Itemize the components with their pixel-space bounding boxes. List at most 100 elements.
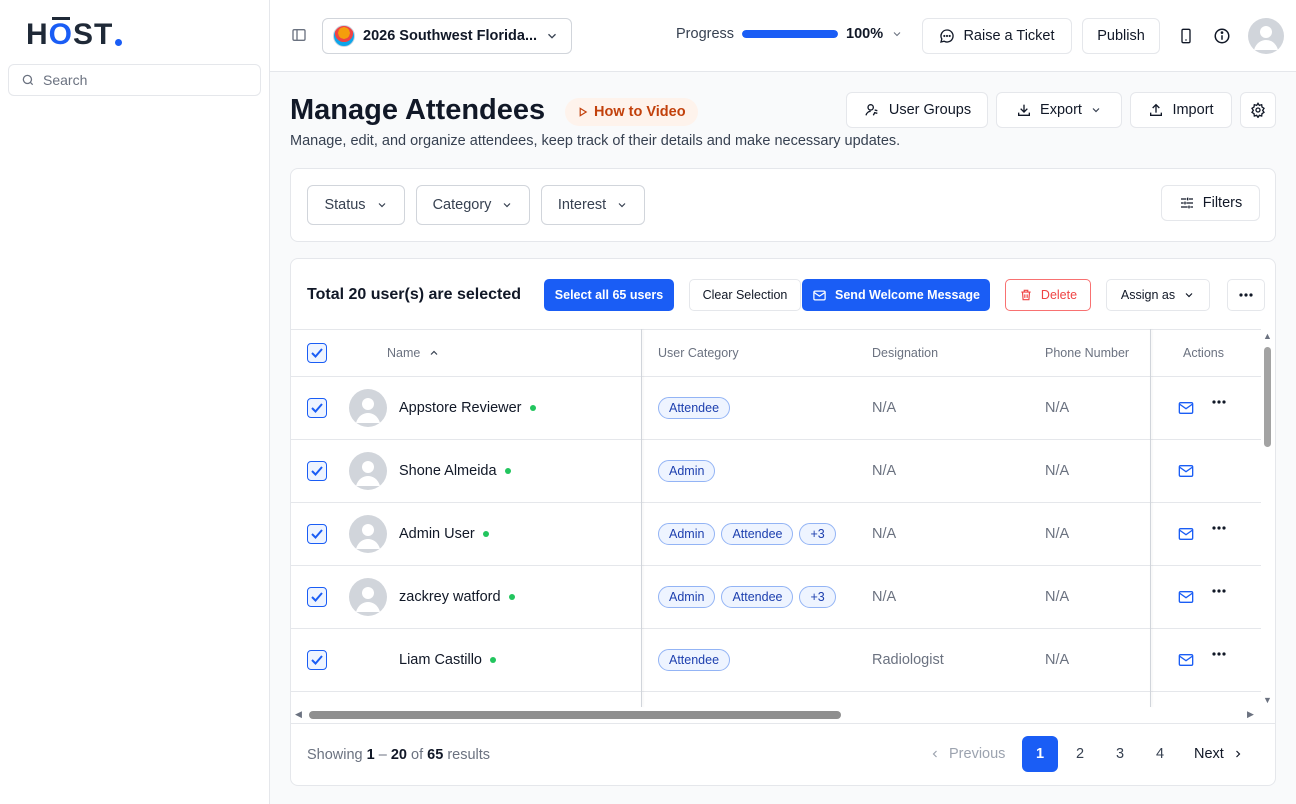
import-label: Import: [1172, 102, 1214, 118]
select-all-checkbox[interactable]: [307, 343, 327, 363]
scroll-left-arrow[interactable]: ◀: [295, 709, 302, 720]
horizontal-scrollbar[interactable]: ◀ ▶: [291, 707, 1261, 723]
mail-icon[interactable]: [1178, 527, 1194, 541]
page-button-3[interactable]: 3: [1102, 736, 1138, 772]
page-button-1[interactable]: 1: [1022, 736, 1058, 772]
row-more-icon[interactable]: [1212, 400, 1226, 404]
vertical-scroll-thumb[interactable]: [1264, 347, 1271, 447]
scroll-up-arrow[interactable]: ▲: [1263, 331, 1272, 341]
logo-letter-o: O: [48, 17, 74, 51]
delete-button[interactable]: Delete: [1005, 279, 1091, 311]
sidebar-toggle-icon[interactable]: [291, 27, 307, 43]
attendees-table-card: Total 20 user(s) are selected Select all…: [290, 258, 1276, 786]
mobile-preview-icon[interactable]: [1178, 27, 1194, 45]
assign-as-dropdown[interactable]: Assign as: [1106, 279, 1210, 311]
table-row[interactable]: Liam Castillo Attendee Radiologist N/A: [291, 629, 1261, 692]
row-more-icon[interactable]: [1212, 526, 1226, 530]
user-category-tags: Attendee: [658, 397, 731, 419]
phone-cell: N/A: [1045, 589, 1070, 605]
sidebar-search[interactable]: [8, 64, 261, 96]
search-input[interactable]: [43, 72, 243, 88]
export-button[interactable]: Export: [996, 92, 1122, 128]
phone-cell: N/A: [1045, 463, 1070, 479]
row-checkbox[interactable]: [307, 398, 327, 418]
range-separator: –: [374, 747, 391, 763]
table-row[interactable]: Admin User Admin Attendee +3 N/A N/A: [291, 503, 1261, 566]
play-icon: [577, 106, 588, 118]
page-button-2[interactable]: 2: [1062, 736, 1098, 772]
logo-letter-h: H: [26, 18, 49, 51]
designation-column-header: Designation: [872, 346, 939, 360]
category-tag[interactable]: Admin: [658, 460, 716, 482]
table-row[interactable]: zackrey watford Admin Attendee +3 N/A N/A: [291, 566, 1261, 629]
user-name-cell[interactable]: Admin User: [399, 526, 489, 542]
row-checkbox[interactable]: [307, 461, 327, 481]
raise-ticket-button[interactable]: Raise a Ticket: [922, 18, 1072, 54]
user-name-cell[interactable]: zackrey watford: [399, 589, 515, 605]
table-header: Name User Category Designation Phone Num…: [291, 329, 1261, 377]
user-groups-button[interactable]: User Groups: [846, 92, 988, 128]
scroll-right-arrow[interactable]: ▶: [1247, 709, 1254, 720]
user-avatar: [349, 578, 387, 616]
user-name-cell[interactable]: Appstore Reviewer: [399, 400, 536, 416]
mail-icon[interactable]: [1178, 464, 1194, 478]
chevron-down-icon: [501, 199, 513, 211]
send-welcome-button[interactable]: Send Welcome Message: [802, 279, 990, 311]
category-tag[interactable]: +3: [799, 586, 836, 608]
host-logo[interactable]: H O ST: [26, 17, 123, 52]
delete-label: Delete: [1040, 288, 1078, 302]
row-checkbox[interactable]: [307, 587, 327, 607]
row-checkbox[interactable]: [307, 650, 327, 670]
status-filter[interactable]: Status: [307, 185, 405, 225]
filters-button[interactable]: Filters: [1161, 185, 1260, 221]
category-tag[interactable]: +3: [799, 523, 836, 545]
category-tag[interactable]: Attendee: [721, 586, 794, 608]
table-row[interactable]: Shone Almeida Admin N/A N/A: [291, 440, 1261, 503]
publish-button[interactable]: Publish: [1082, 18, 1160, 54]
category-tag[interactable]: Attendee: [658, 397, 731, 419]
table-row[interactable]: Appstore Reviewer Attendee N/A N/A: [291, 377, 1261, 440]
designation-cell: N/A: [872, 526, 897, 542]
user-name-cell[interactable]: Liam Castillo: [399, 652, 496, 668]
scroll-down-arrow[interactable]: ▼: [1263, 695, 1272, 705]
interest-filter[interactable]: Interest: [541, 185, 645, 225]
event-selector[interactable]: 2026 Southwest Florida...: [322, 18, 572, 54]
category-filter[interactable]: Category: [416, 185, 530, 225]
user-groups-label: User Groups: [888, 102, 972, 118]
settings-button[interactable]: [1240, 92, 1276, 128]
row-more-icon[interactable]: [1212, 589, 1226, 593]
info-icon[interactable]: [1213, 27, 1231, 45]
category-tag[interactable]: Attendee: [658, 649, 731, 671]
next-page-button[interactable]: Next: [1194, 746, 1244, 762]
name-column-header[interactable]: Name: [387, 346, 440, 360]
online-status-dot: [504, 468, 511, 474]
page-subtitle: Manage, edit, and organize attendees, ke…: [290, 133, 901, 149]
category-tag[interactable]: Admin: [658, 523, 716, 545]
row-checkbox[interactable]: [307, 524, 327, 544]
mail-icon[interactable]: [1178, 590, 1194, 604]
mail-icon[interactable]: [1178, 401, 1194, 415]
online-status-dot: [490, 657, 496, 663]
horizontal-scroll-thumb[interactable]: [309, 711, 841, 719]
chevron-left-icon: [929, 748, 941, 760]
import-button[interactable]: Import: [1130, 92, 1232, 128]
mail-icon[interactable]: [1178, 653, 1194, 667]
progress-indicator[interactable]: Progress 100%: [676, 26, 903, 42]
user-name-cell[interactable]: Shone Almeida: [399, 463, 511, 479]
how-to-video-link[interactable]: How to Video: [565, 98, 698, 126]
clear-selection-button[interactable]: Clear Selection: [689, 279, 801, 311]
category-tag[interactable]: Attendee: [721, 523, 794, 545]
sidebar: H O ST: [0, 0, 270, 804]
chat-bubble-icon: [939, 28, 955, 44]
user-avatar[interactable]: [1248, 18, 1284, 54]
online-status-dot: [482, 531, 489, 537]
vertical-scrollbar[interactable]: ▲ ▼: [1261, 329, 1275, 707]
category-tag[interactable]: Admin: [658, 586, 716, 608]
upload-icon: [1148, 102, 1164, 118]
page-button-4[interactable]: 4: [1142, 736, 1178, 772]
previous-label: Previous: [949, 746, 1006, 762]
select-all-button[interactable]: Select all 65 users: [544, 279, 674, 311]
more-actions-button[interactable]: [1227, 279, 1265, 311]
previous-page-button[interactable]: Previous: [929, 746, 1005, 762]
row-more-icon[interactable]: [1212, 652, 1226, 656]
